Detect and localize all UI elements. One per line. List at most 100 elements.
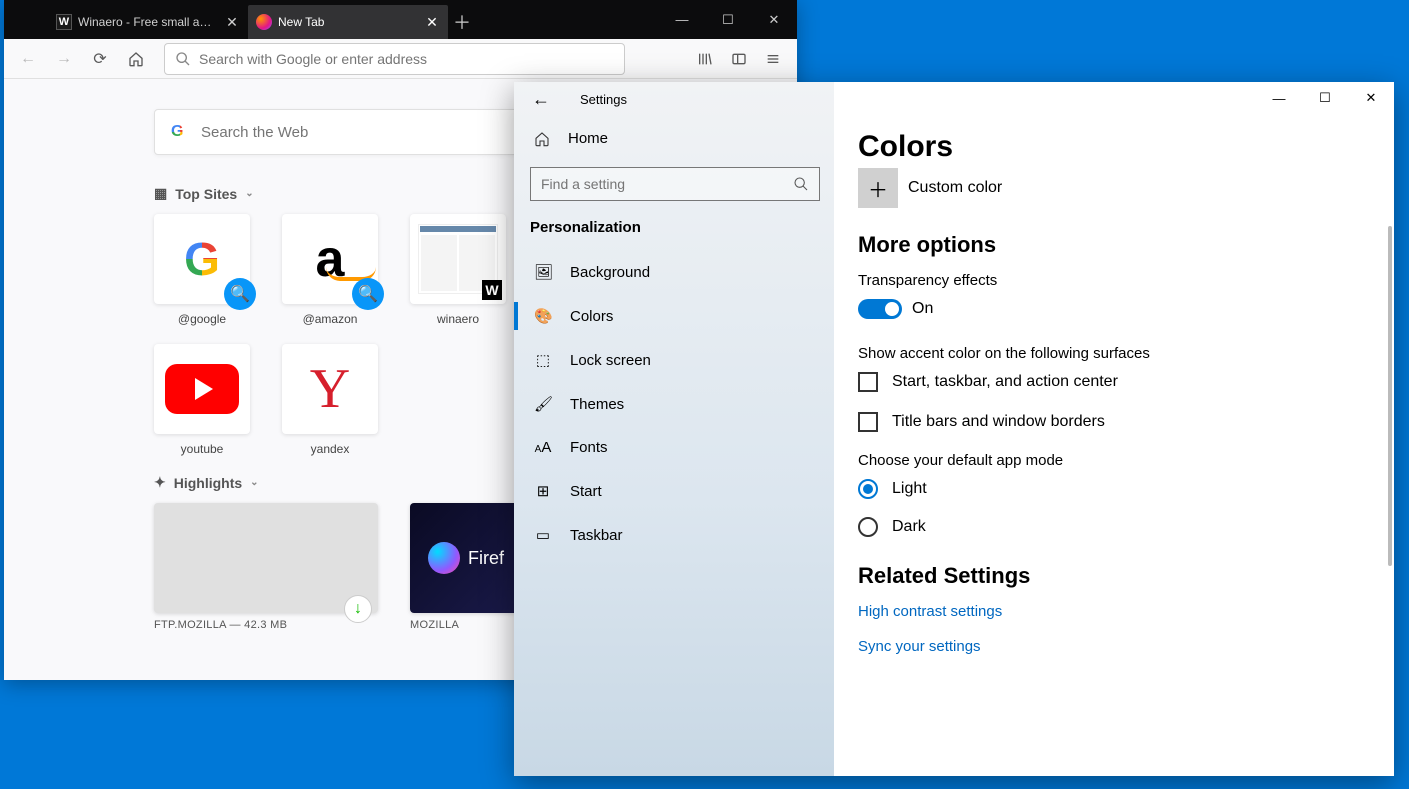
- search-pin-icon: 🔍: [352, 278, 384, 310]
- grid-icon: ▦: [154, 185, 167, 202]
- sidebar-item-start[interactable]: ⊞ Start: [514, 469, 834, 513]
- tile-label: @amazon: [303, 312, 358, 326]
- close-tab-icon[interactable]: ✕: [224, 14, 240, 30]
- link-sync-settings[interactable]: Sync your settings: [858, 638, 1394, 655]
- radio-light[interactable]: Light: [858, 479, 1394, 499]
- transparency-label: Transparency effects: [858, 272, 1394, 289]
- hamburger-icon: [765, 51, 781, 67]
- transparency-toggle[interactable]: [858, 299, 902, 319]
- checkbox-label: Start, taskbar, and action center: [892, 373, 1118, 391]
- sidebar-item-background[interactable]: 🖼 Background: [514, 250, 834, 294]
- radio-label: Dark: [892, 518, 926, 536]
- back-button[interactable]: ←: [12, 43, 44, 75]
- tile-yandex[interactable]: Y yandex: [282, 344, 378, 456]
- minimize-icon[interactable]: —: [659, 0, 705, 39]
- add-custom-color-button[interactable]: ＋: [858, 168, 898, 208]
- close-icon[interactable]: ✕: [751, 0, 797, 39]
- home-label: Home: [568, 130, 608, 147]
- maximize-icon[interactable]: ☐: [1302, 82, 1348, 114]
- radio-dark[interactable]: Dark: [858, 517, 1394, 537]
- highlight-card-download[interactable]: ↓ FTP.MOZILLA — 42.3 MB: [154, 503, 378, 631]
- settings-titlebar: ← Settings: [514, 82, 834, 116]
- close-icon[interactable]: ✕: [1348, 82, 1394, 114]
- firefox-titlebar: W Winaero - Free small and usefu ✕ New T…: [4, 0, 797, 39]
- search-icon: [793, 176, 809, 192]
- sidebar-item-label: Fonts: [570, 439, 608, 456]
- radio-icon: [858, 479, 878, 499]
- forward-button[interactable]: →: [48, 43, 80, 75]
- minimize-icon[interactable]: —: [1256, 82, 1302, 114]
- tile-label: youtube: [181, 442, 224, 456]
- library-button[interactable]: [689, 43, 721, 75]
- checkbox-start-taskbar[interactable]: Start, taskbar, and action center: [858, 372, 1394, 392]
- back-button[interactable]: ←: [532, 89, 550, 110]
- sidebar-item-themes[interactable]: 🖌 Themes: [514, 382, 834, 426]
- custom-color-label: Custom color: [908, 179, 1002, 197]
- titlebar-spacer: [4, 0, 48, 39]
- url-input[interactable]: [199, 51, 614, 67]
- settings-home[interactable]: Home: [514, 116, 834, 161]
- settings-category: Personalization: [514, 219, 834, 250]
- favicon-firefox: [256, 14, 272, 30]
- sidebar-item-colors[interactable]: 🎨 Colors: [514, 294, 834, 338]
- picture-icon: 🖼: [534, 263, 552, 281]
- home-button[interactable]: [120, 43, 152, 75]
- sidebar-icon: [731, 51, 747, 67]
- link-high-contrast[interactable]: High contrast settings: [858, 603, 1394, 620]
- tile-amazon[interactable]: a🔍 @amazon: [282, 214, 378, 326]
- checkbox-label: Title bars and window borders: [892, 413, 1105, 431]
- reload-button[interactable]: ⟳: [84, 43, 116, 75]
- home-icon: [534, 131, 550, 147]
- highlight-title: FTP.MOZILLA — 42.3 MB: [154, 619, 378, 631]
- tile-label: winaero: [437, 312, 479, 326]
- settings-search[interactable]: [530, 167, 820, 201]
- url-bar[interactable]: [164, 43, 625, 75]
- search-pin-icon: 🔍: [224, 278, 256, 310]
- lock-icon: ⬚: [534, 351, 552, 369]
- settings-main: — ☐ ✕ Colors ＋ Custom color More options…: [834, 82, 1394, 776]
- firefox-nightly-icon: [428, 542, 460, 574]
- download-icon: ↓: [344, 595, 372, 623]
- sidebar-item-lockscreen[interactable]: ⬚ Lock screen: [514, 338, 834, 382]
- checkbox-titlebars[interactable]: Title bars and window borders: [858, 412, 1394, 432]
- tile-youtube[interactable]: youtube: [154, 344, 250, 456]
- maximize-icon[interactable]: ☐: [705, 0, 751, 39]
- start-icon: ⊞: [534, 482, 552, 500]
- chevron-down-icon: ⌄: [245, 188, 253, 199]
- favicon-winaero: W: [56, 14, 72, 30]
- sidebar-item-label: Colors: [570, 308, 613, 325]
- settings-search-input[interactable]: [541, 176, 793, 192]
- custom-color-row: ＋ Custom color: [858, 168, 1394, 208]
- settings-window: ← Settings Home Personalization 🖼 Backgr…: [514, 82, 1394, 776]
- sidebar-item-taskbar[interactable]: ▭ Taskbar: [514, 513, 834, 557]
- sidebar-button[interactable]: [723, 43, 755, 75]
- font-icon: AA: [534, 439, 552, 456]
- google-logo-icon: G: [184, 232, 220, 286]
- nightly-brand-text: Firef: [468, 548, 504, 569]
- sidebar-item-fonts[interactable]: AA Fonts: [514, 426, 834, 469]
- taskbar-icon: ▭: [534, 526, 552, 544]
- accent-surfaces-label: Show accent color on the following surfa…: [858, 345, 1394, 362]
- google-icon: G: [171, 123, 189, 141]
- highlight-card-nightly[interactable]: Firef MOZILLA: [410, 503, 522, 631]
- home-icon: [128, 51, 144, 67]
- browser-tab-winaero[interactable]: W Winaero - Free small and usefu ✕: [48, 5, 248, 39]
- close-tab-icon[interactable]: ✕: [424, 14, 440, 30]
- related-settings-heading: Related Settings: [858, 563, 1394, 589]
- checkbox-icon: [858, 372, 878, 392]
- menu-button[interactable]: [757, 43, 789, 75]
- sidebar-item-label: Themes: [570, 396, 624, 413]
- top-sites-label: Top Sites: [175, 186, 237, 202]
- browser-tab-newtab[interactable]: New Tab ✕: [248, 5, 448, 39]
- radio-icon: [858, 517, 878, 537]
- youtube-logo-icon: [165, 364, 239, 414]
- scrollbar[interactable]: [1388, 226, 1392, 566]
- tile-google[interactable]: G🔍 @google: [154, 214, 250, 326]
- highlight-title: MOZILLA: [410, 619, 522, 631]
- sidebar-item-label: Taskbar: [570, 527, 623, 544]
- sidebar-item-label: Lock screen: [570, 352, 651, 369]
- tile-label: yandex: [311, 442, 350, 456]
- library-icon: [697, 51, 713, 67]
- tile-winaero[interactable]: W winaero: [410, 214, 506, 326]
- new-tab-button[interactable]: ＋: [448, 5, 476, 39]
